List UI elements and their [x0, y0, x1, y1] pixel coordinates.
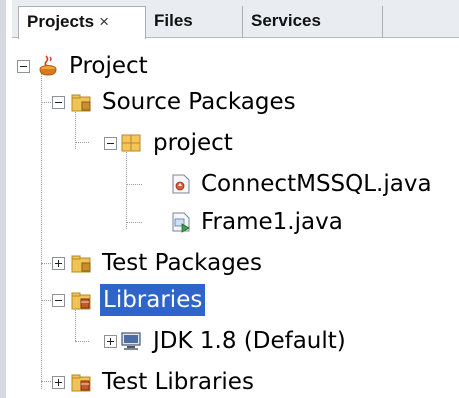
tree-line [75, 109, 76, 149]
projects-window: Projects × Files Services Project Source… [0, 0, 459, 398]
tree-line [75, 341, 89, 342]
project-tree: Project Source Packages project ConnectM… [12, 38, 459, 398]
tree-line [75, 307, 76, 341]
tree-label: ConnectMSSQL.java [201, 171, 432, 197]
java-file-icon [172, 174, 190, 194]
libraries-folder-icon [71, 292, 91, 310]
tree-line [126, 184, 142, 185]
tree-label: JDK 1.8 (Default) [153, 328, 346, 354]
tab-services[interactable]: Services [243, 6, 383, 38]
jdk-platform-icon [121, 332, 141, 350]
tree-line [41, 73, 42, 389]
tab-projects-label: Projects [27, 12, 95, 31]
tree-label: Test Packages [102, 250, 262, 276]
tree-label-selected: Libraries [100, 284, 206, 316]
tree-line [126, 222, 142, 223]
tree-label: Project [69, 53, 148, 79]
test-packages-folder-icon [71, 255, 91, 273]
expand-toggle[interactable] [52, 257, 65, 270]
collapse-toggle[interactable] [52, 96, 65, 109]
tree-label: Test Libraries [102, 369, 254, 395]
package-icon [121, 134, 141, 152]
source-packages-folder-icon [71, 94, 91, 112]
expand-toggle[interactable] [52, 376, 65, 389]
test-libraries-folder-icon [71, 374, 91, 392]
tab-services-label: Services [251, 11, 321, 30]
tab-files-label: Files [154, 11, 193, 30]
tab-bar: Projects × Files Services [12, 0, 459, 39]
tree-label: Frame1.java [201, 209, 343, 235]
tree-label: project [153, 130, 233, 156]
tree-label: Source Packages [102, 89, 296, 115]
collapse-toggle[interactable] [52, 294, 65, 307]
java-form-file-icon [172, 212, 190, 233]
close-icon[interactable]: × [99, 12, 109, 31]
collapse-toggle[interactable] [104, 137, 117, 150]
collapse-toggle[interactable] [17, 60, 30, 73]
tree-line [126, 149, 127, 229]
tab-files[interactable]: Files [146, 6, 243, 38]
expand-toggle[interactable] [104, 335, 117, 348]
tab-projects[interactable]: Projects × [18, 6, 146, 39]
tree-line [75, 142, 89, 143]
java-project-icon [39, 55, 57, 76]
